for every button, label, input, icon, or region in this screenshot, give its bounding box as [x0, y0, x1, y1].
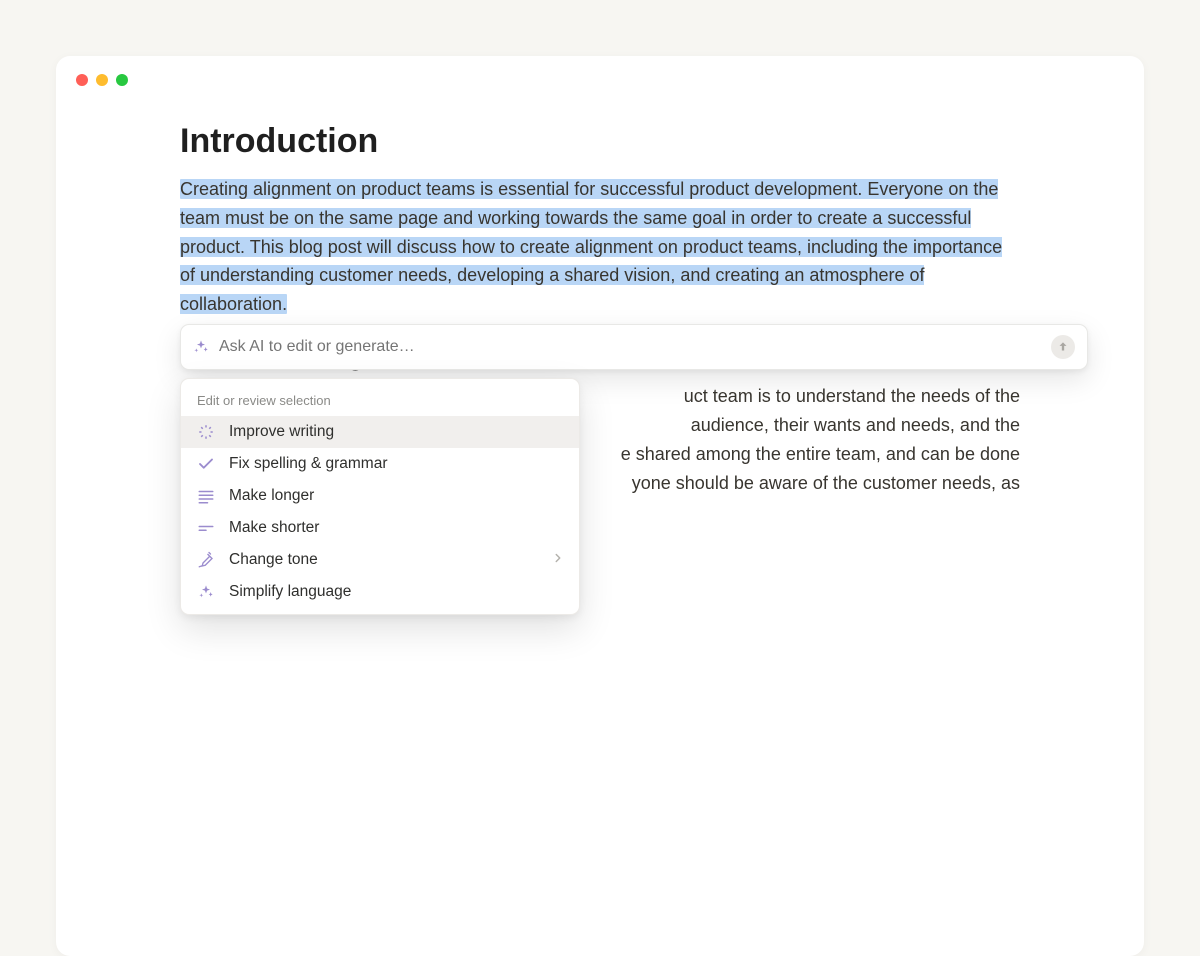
- dropdown-item-label: Fix spelling & grammar: [229, 455, 388, 473]
- page-title: Introduction: [180, 122, 1020, 161]
- dropdown-item-fix-spelling-grammar[interactable]: Fix spelling & grammar: [181, 448, 579, 480]
- dropdown-item-label: Simplify language: [229, 583, 351, 601]
- dropdown-section-header: Edit or review selection: [181, 387, 579, 416]
- longer-icon: [197, 487, 215, 505]
- dropdown-item-simplify-language[interactable]: Simplify language: [181, 576, 579, 608]
- dropdown-item-label: Make shorter: [229, 519, 319, 537]
- sparkle-icon: [197, 583, 215, 601]
- minimize-window-button[interactable]: [96, 74, 108, 86]
- window-controls: [56, 56, 1144, 86]
- intro-paragraph[interactable]: Creating alignment on product teams is e…: [180, 175, 1020, 319]
- dropdown-item-make-shorter[interactable]: Make shorter: [181, 512, 579, 544]
- dropdown-item-improve-writing[interactable]: Improve writing: [181, 416, 579, 448]
- chevron-right-icon: [551, 551, 565, 570]
- improve-icon: [197, 423, 215, 441]
- dropdown-item-label: Improve writing: [229, 423, 334, 441]
- submit-button[interactable]: [1051, 335, 1075, 359]
- close-window-button[interactable]: [76, 74, 88, 86]
- ai-actions-dropdown: Edit or review selection Improve writing…: [180, 378, 580, 615]
- selected-text[interactable]: Creating alignment on product teams is e…: [180, 179, 1002, 314]
- mic-icon: [197, 551, 215, 569]
- ai-prompt-bar[interactable]: [180, 324, 1088, 370]
- sparkle-icon: [193, 339, 209, 355]
- shorter-icon: [197, 519, 215, 537]
- dropdown-item-make-longer[interactable]: Make longer: [181, 480, 579, 512]
- ai-prompt-input[interactable]: [219, 338, 1041, 356]
- app-window: Introduction Creating alignment on produ…: [56, 56, 1144, 956]
- maximize-window-button[interactable]: [116, 74, 128, 86]
- dropdown-item-label: Make longer: [229, 487, 314, 505]
- dropdown-item-change-tone[interactable]: Change tone: [181, 544, 579, 576]
- check-icon: [197, 455, 215, 473]
- ai-overlay: Edit or review selection Improve writing…: [180, 324, 1088, 615]
- dropdown-item-label: Change tone: [229, 551, 318, 569]
